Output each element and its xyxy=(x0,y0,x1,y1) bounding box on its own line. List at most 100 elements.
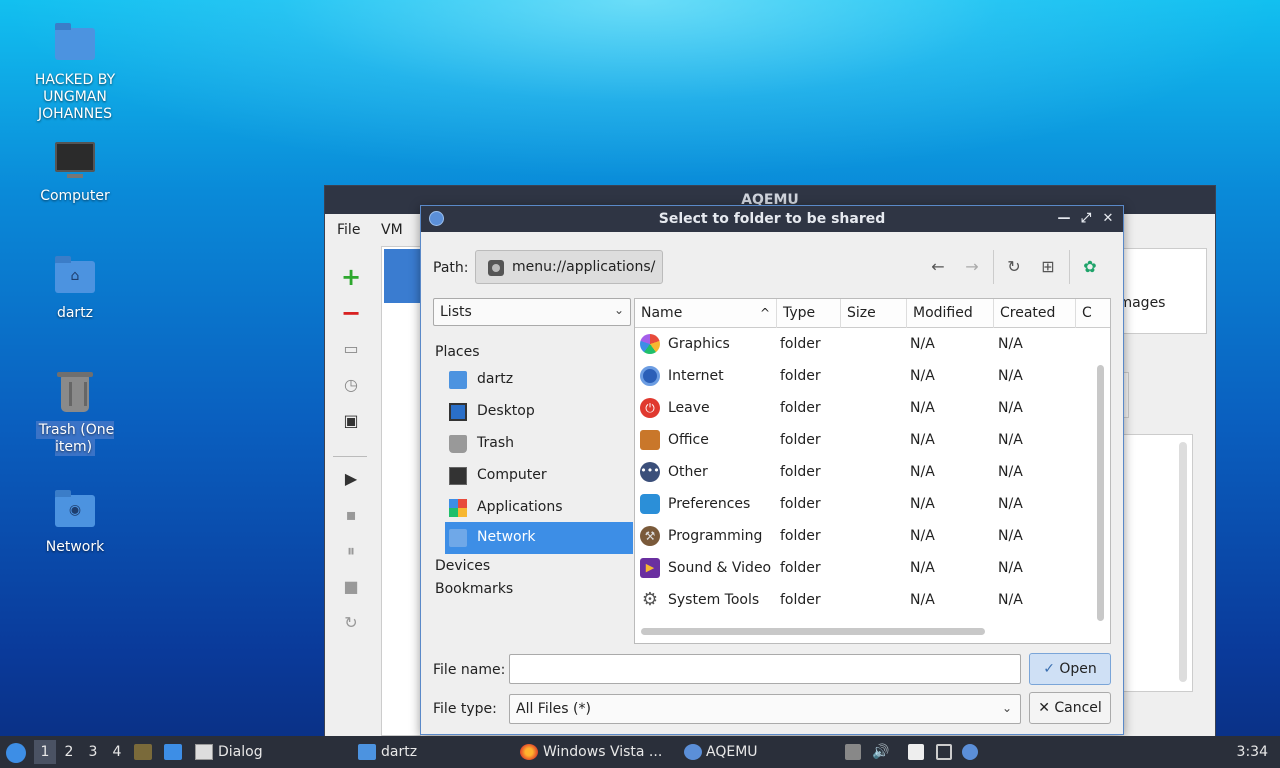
back-arrow-icon[interactable]: ← xyxy=(925,254,951,280)
horizontal-scrollbar[interactable] xyxy=(641,628,985,635)
new-folder-icon[interactable]: ⊞ xyxy=(1035,254,1061,280)
menu-file[interactable]: File xyxy=(337,222,360,238)
location-icon xyxy=(488,260,504,276)
column-type[interactable]: Type xyxy=(777,299,841,328)
lists-dropdown[interactable]: Lists ⌄ xyxy=(433,298,631,326)
path-value: menu://applications/ xyxy=(512,259,656,275)
desktop-icon-computer[interactable]: Computer xyxy=(15,138,135,205)
clipboard-icon[interactable] xyxy=(908,744,924,760)
task-dialog[interactable]: Dialog xyxy=(218,744,263,760)
column-name[interactable]: Name ^ xyxy=(635,299,777,328)
chevron-down-icon: ⌄ xyxy=(613,303,624,317)
dialog-titlebar[interactable]: Select to folder to be shared — ⤢ ✕ xyxy=(421,206,1123,232)
workspace-2[interactable]: 2 xyxy=(58,740,80,764)
place-item-trash[interactable]: Trash xyxy=(445,428,633,460)
vm-list[interactable] xyxy=(381,246,421,736)
network-icon[interactable] xyxy=(936,744,952,760)
open-button[interactable]: ✓ Open xyxy=(1029,653,1111,685)
remove-vm-icon[interactable]: − xyxy=(339,301,363,326)
workspace-4[interactable]: 4 xyxy=(106,740,128,764)
right-panel-scrollbar[interactable] xyxy=(1179,442,1187,682)
place-item-computer[interactable]: Computer xyxy=(445,460,633,492)
desktop-icon-trash[interactable]: Trash (One item) xyxy=(15,372,135,456)
file-row[interactable]: Internet folder N/A N/A xyxy=(635,361,1090,393)
reload-icon[interactable]: ↻ xyxy=(1001,254,1027,280)
file-manager-launcher-icon[interactable] xyxy=(134,744,152,760)
stop-icon[interactable]: ■ xyxy=(339,576,363,600)
internet-icon xyxy=(640,366,660,386)
path-button[interactable]: menu://applications/ xyxy=(475,250,663,284)
reset-icon[interactable]: ↻ xyxy=(339,612,363,636)
desktop-icon-hacked-folder[interactable]: HACKED BY UNGMAN JOHANNES xyxy=(15,22,135,123)
desktop-wallpaper-glow xyxy=(0,0,1280,180)
maximize-icon[interactable]: ⤢ xyxy=(1075,206,1097,232)
start-menu-icon[interactable] xyxy=(6,743,26,763)
desktop-icon-network[interactable]: ◉ Network xyxy=(15,489,135,556)
check-icon: ✓ xyxy=(1043,661,1055,677)
file-row[interactable]: Graphics folder N/A N/A xyxy=(635,329,1090,361)
toolbar-separator xyxy=(333,456,367,457)
vertical-scrollbar[interactable] xyxy=(1097,365,1104,621)
file-name-input[interactable] xyxy=(509,654,1021,684)
column-modified[interactable]: Modified xyxy=(907,299,994,328)
pause-icon[interactable]: ⏸ xyxy=(339,540,363,564)
workspace-1[interactable]: 1 xyxy=(34,740,56,764)
firefox-icon xyxy=(520,744,538,760)
nav-separator xyxy=(993,250,994,284)
app-logo-icon xyxy=(429,211,444,226)
terminal-icon[interactable]: ▣ xyxy=(339,410,363,434)
volume-icon[interactable]: 🔊 xyxy=(872,744,889,760)
file-row[interactable]: Preferences folder N/A N/A xyxy=(635,489,1090,521)
settings-gear-icon[interactable]: ✿ xyxy=(1077,254,1103,280)
clock[interactable]: 3:34 xyxy=(1237,744,1268,760)
desktop-icon-label: Network xyxy=(45,539,105,555)
add-vm-icon[interactable]: + xyxy=(339,265,363,290)
disk-icon[interactable]: ▭ xyxy=(339,338,363,362)
places-header[interactable]: Places xyxy=(435,344,480,360)
close-icon[interactable]: ✕ xyxy=(1097,206,1119,232)
eject-icon[interactable] xyxy=(845,744,861,760)
place-item-network[interactable]: Network xyxy=(445,522,633,554)
place-label: Trash xyxy=(477,435,514,451)
column-size[interactable]: Size xyxy=(841,299,907,328)
minimize-icon[interactable]: — xyxy=(1053,206,1075,232)
workspace-3[interactable]: 3 xyxy=(82,740,104,764)
place-item-applications[interactable]: Applications xyxy=(445,492,633,524)
computer-icon xyxy=(55,142,95,178)
column-more[interactable]: C xyxy=(1076,299,1098,328)
desktop-icon-label: dartz xyxy=(56,305,94,321)
file-row[interactable]: ⏻ Leave folder N/A N/A xyxy=(635,393,1090,425)
devices-header[interactable]: Devices xyxy=(435,558,490,574)
computer-icon xyxy=(449,467,467,485)
menu-vm[interactable]: VM xyxy=(381,222,403,238)
file-type-dropdown[interactable]: All Files (*) ⌄ xyxy=(509,694,1021,724)
show-desktop-icon[interactable] xyxy=(164,744,182,760)
task-dartz[interactable]: dartz xyxy=(381,744,417,760)
place-label: Applications xyxy=(477,499,563,515)
column-created[interactable]: Created xyxy=(994,299,1076,328)
windows-vm-icon[interactable] xyxy=(384,249,420,303)
file-row[interactable]: ⚙ System Tools folder N/A N/A xyxy=(635,585,1090,617)
task-aqemu[interactable]: AQEMU xyxy=(706,744,758,760)
notification-icon[interactable] xyxy=(962,744,978,760)
cancel-button[interactable]: ✕ Cancel xyxy=(1029,692,1111,724)
file-row[interactable]: ⚒ Programming folder N/A N/A xyxy=(635,521,1090,553)
folder-icon xyxy=(358,744,376,760)
more-dots-icon: ••• xyxy=(640,462,660,482)
briefcase-icon xyxy=(640,430,660,450)
place-item-desktop[interactable]: Desktop xyxy=(445,396,633,428)
network-folder-icon: ◉ xyxy=(55,490,95,527)
place-item-dartz[interactable]: dartz xyxy=(445,364,633,396)
file-row[interactable]: Office folder N/A N/A xyxy=(635,425,1090,457)
clock-icon[interactable]: ◷ xyxy=(339,374,363,398)
desktop-icon-label: Computer xyxy=(40,188,110,204)
forward-arrow-icon[interactable]: → xyxy=(959,254,985,280)
place-label: dartz xyxy=(477,371,514,387)
file-row[interactable]: ▶ Sound & Video folder N/A N/A xyxy=(635,553,1090,585)
save-icon[interactable]: ▪ xyxy=(339,504,363,528)
task-windows-vista[interactable]: Windows Vista ... xyxy=(543,744,662,760)
file-row[interactable]: ••• Other folder N/A N/A xyxy=(635,457,1090,489)
play-icon[interactable]: ▶ xyxy=(339,468,363,492)
desktop-icon-dartz[interactable]: ⌂ dartz xyxy=(15,255,135,322)
bookmarks-header[interactable]: Bookmarks xyxy=(435,581,513,597)
